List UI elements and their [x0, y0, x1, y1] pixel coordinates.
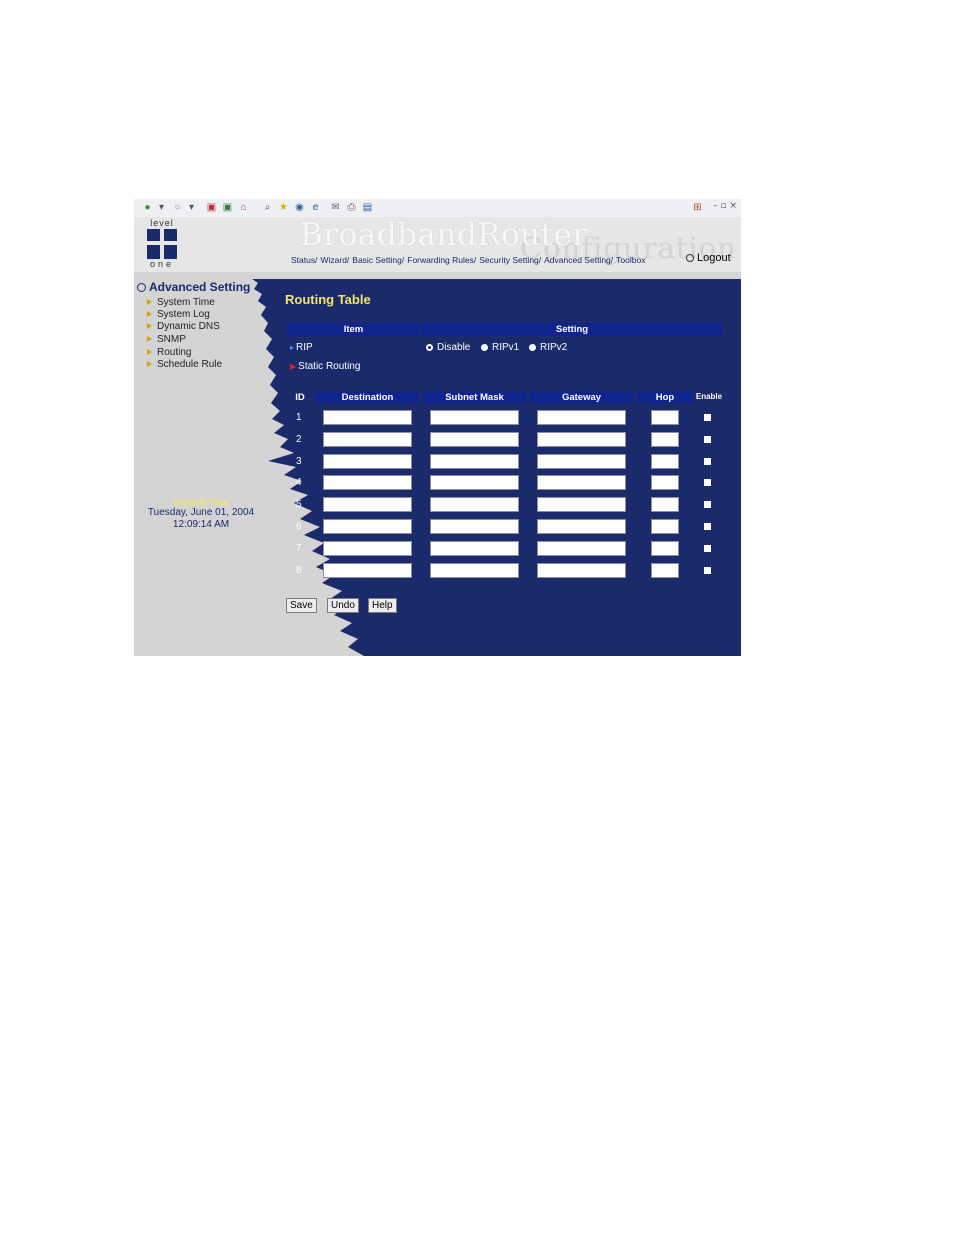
col-hop: Hop — [637, 392, 693, 403]
rip-option-label: RIPv2 — [540, 342, 568, 353]
hop-input[interactable] — [651, 519, 679, 534]
header-item: Item — [287, 323, 420, 336]
hop-input[interactable] — [651, 475, 679, 490]
row-id: 2 — [296, 434, 302, 445]
rip-option-disable[interactable]: Disable — [426, 342, 470, 353]
hop-input[interactable] — [651, 563, 679, 578]
bullet-icon: ▶ — [290, 362, 297, 371]
destination-input[interactable] — [323, 563, 412, 578]
subnet-mask-input[interactable] — [430, 432, 519, 447]
gateway-input[interactable] — [537, 410, 626, 425]
enable-checkbox[interactable] — [704, 545, 711, 552]
radio-icon[interactable] — [426, 343, 433, 351]
hop-input[interactable] — [651, 432, 679, 447]
subnet-mask-input[interactable] — [430, 541, 519, 556]
subnet-mask-input[interactable] — [430, 475, 519, 490]
hop-input[interactable] — [651, 541, 679, 556]
destination-input[interactable] — [323, 541, 412, 556]
page-title: Routing Table — [285, 292, 371, 307]
subnet-mask-input[interactable] — [430, 563, 519, 578]
destination-input[interactable] — [323, 432, 412, 447]
rip-option-label: Disable — [437, 342, 471, 353]
col-enable: Enable — [695, 392, 723, 401]
content-panel: Routing Table Item Setting ▸ RIP Disable … — [134, 199, 741, 656]
radio-icon[interactable] — [529, 343, 536, 351]
enable-checkbox[interactable] — [704, 458, 711, 465]
subnet-mask-input[interactable] — [430, 454, 519, 469]
radio-icon[interactable] — [481, 343, 488, 351]
row-id: 5 — [296, 499, 302, 510]
gateway-input[interactable] — [537, 563, 626, 578]
rip-option-label: RIPv1 — [492, 342, 520, 353]
hop-input[interactable] — [651, 497, 679, 512]
row-id: 8 — [296, 565, 302, 576]
col-gateway: Gateway — [530, 392, 633, 403]
save-button[interactable]: Save — [286, 598, 317, 613]
gateway-input[interactable] — [537, 497, 626, 512]
destination-input[interactable] — [323, 454, 412, 469]
destination-input[interactable] — [323, 497, 412, 512]
subnet-mask-input[interactable] — [430, 497, 519, 512]
destination-input[interactable] — [323, 475, 412, 490]
static-routing-label: ▶ Static Routing — [290, 361, 360, 372]
row-id: 4 — [296, 477, 302, 488]
destination-input[interactable] — [323, 410, 412, 425]
bullet-icon: ▸ — [290, 343, 295, 352]
row-id: 6 — [296, 521, 302, 532]
undo-button[interactable]: Undo — [327, 598, 359, 613]
rip-label: RIP — [296, 342, 313, 353]
help-button[interactable]: Help — [368, 598, 397, 613]
rip-option-ripv1[interactable]: RIPv1 — [481, 342, 519, 353]
enable-checkbox[interactable] — [704, 436, 711, 443]
gateway-input[interactable] — [537, 541, 626, 556]
static-routing-text: Static Routing — [298, 361, 361, 372]
col-subnet-mask: Subnet Mask — [423, 392, 526, 403]
col-id: ID — [295, 392, 305, 403]
subnet-mask-input[interactable] — [430, 519, 519, 534]
gateway-input[interactable] — [537, 475, 626, 490]
hop-input[interactable] — [651, 410, 679, 425]
destination-input[interactable] — [323, 519, 412, 534]
subnet-mask-input[interactable] — [430, 410, 519, 425]
row-id: 3 — [296, 456, 302, 467]
hop-input[interactable] — [651, 454, 679, 469]
rip-row-label: ▸ RIP — [290, 342, 313, 353]
row-id: 1 — [296, 412, 302, 423]
gateway-input[interactable] — [537, 454, 626, 469]
gateway-input[interactable] — [537, 519, 626, 534]
rip-option-ripv2[interactable]: RIPv2 — [529, 342, 567, 353]
router-config-screenshot: ● ▾ ○ ▾ ▣ ▣ ⌂ ⌕ ★ ◉ e ✉ ⎙ ▤ ⊞ – ▫ × leve… — [134, 199, 741, 656]
enable-checkbox[interactable] — [704, 567, 711, 574]
header-setting: Setting — [422, 323, 722, 336]
enable-checkbox[interactable] — [704, 479, 711, 486]
enable-checkbox[interactable] — [704, 501, 711, 508]
row-id: 7 — [296, 543, 302, 554]
enable-checkbox[interactable] — [704, 523, 711, 530]
gateway-input[interactable] — [537, 432, 626, 447]
torn-blue-background — [252, 279, 741, 656]
col-destination: Destination — [316, 392, 419, 403]
enable-checkbox[interactable] — [704, 414, 711, 421]
